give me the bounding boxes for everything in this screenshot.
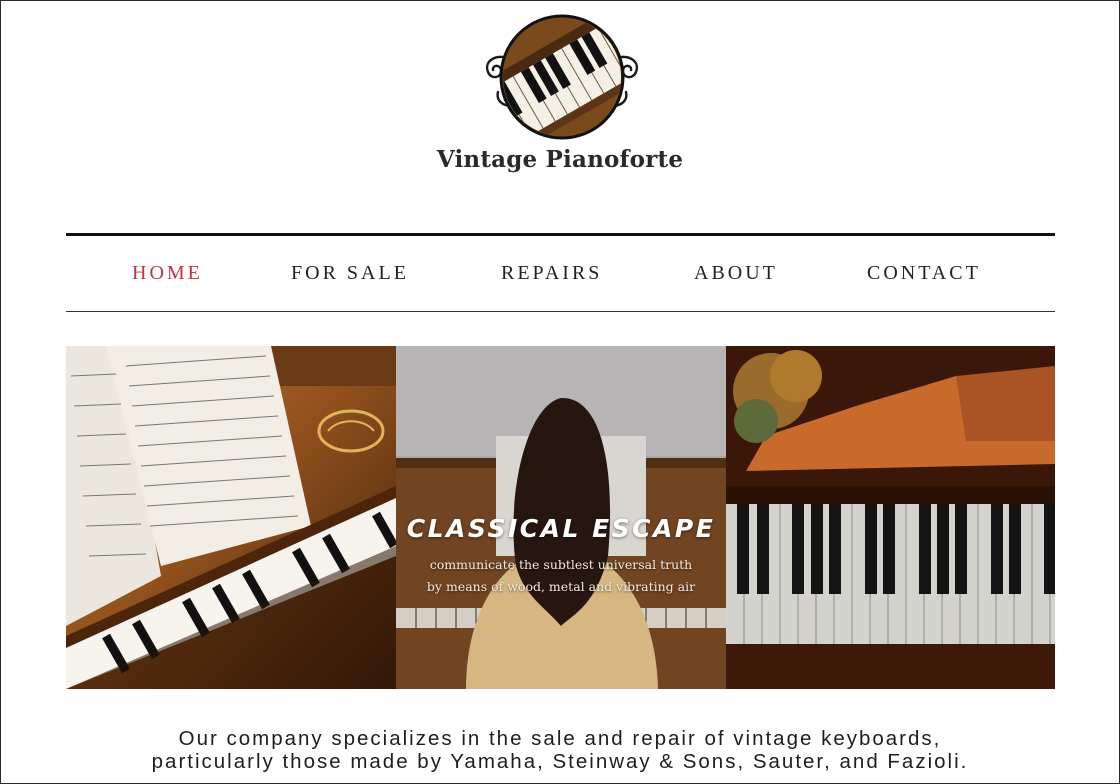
main-nav: HOME FOR SALE REPAIRS ABOUT CONTACT: [66, 262, 1055, 288]
hero-subtitle-line1: communicate the subtlest universal truth: [429, 557, 693, 572]
hero-image-sheet-music: [66, 346, 396, 689]
nav-bottom-rule: [66, 311, 1055, 312]
brand-name: Vintage Pianoforte: [436, 146, 684, 173]
nav-home[interactable]: HOME: [132, 262, 203, 285]
nav-for-sale[interactable]: FOR SALE: [291, 262, 409, 285]
nav-top-rule: [66, 233, 1055, 236]
nav-contact[interactable]: CONTACT: [867, 262, 981, 285]
hero-subtitle-line2: by means of wood, metal and vibrating ai…: [426, 579, 696, 594]
hero-image-piano-keys: [726, 346, 1055, 689]
piano-keys-emblem-icon[interactable]: [478, 14, 646, 142]
intro-text: Our company specializes in the sale and …: [60, 727, 1060, 773]
nav-about[interactable]: ABOUT: [694, 262, 778, 285]
nav-repairs[interactable]: REPAIRS: [501, 262, 602, 285]
intro-line1: Our company specializes in the sale and …: [178, 727, 942, 750]
hero-title: CLASSICAL ESCAPE: [406, 514, 716, 543]
intro-line2: particularly those made by Yamaha, Stein…: [151, 750, 969, 773]
